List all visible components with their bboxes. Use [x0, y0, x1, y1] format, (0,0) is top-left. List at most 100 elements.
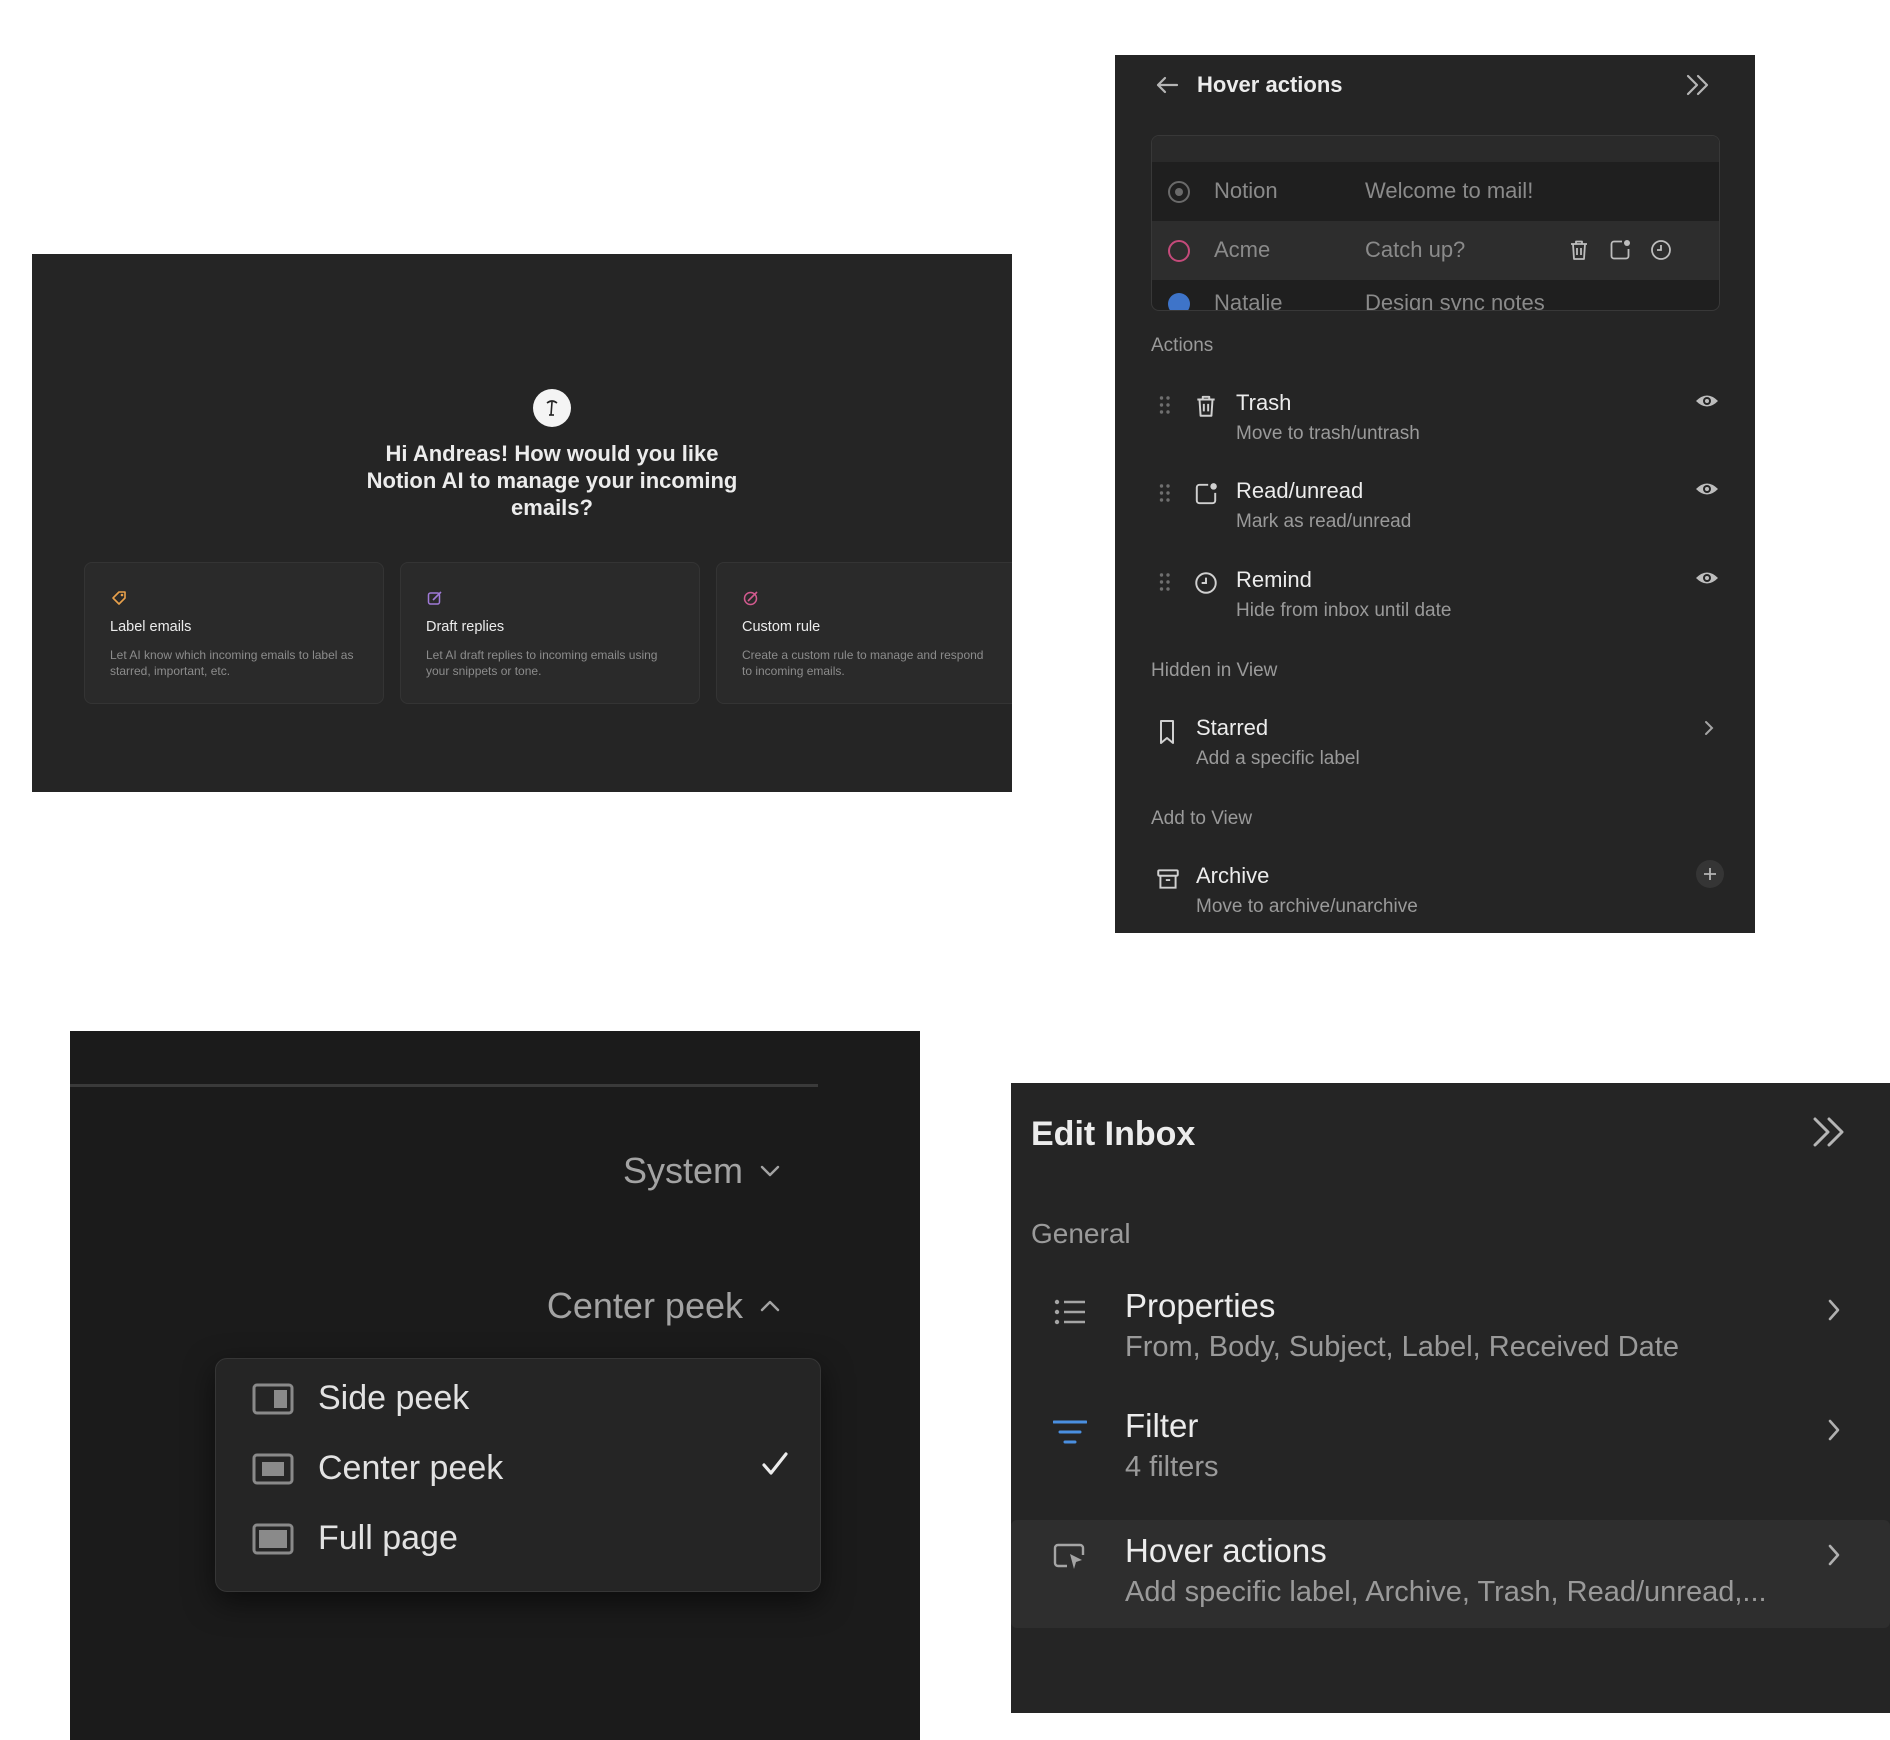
read-unread-icon — [1193, 481, 1219, 507]
drag-handle-icon[interactable] — [1158, 394, 1172, 416]
item-description: Move to archive/unarchive — [1196, 896, 1418, 917]
card-title: Draft replies — [426, 619, 505, 635]
eye-icon[interactable] — [1695, 480, 1719, 498]
card-title: Custom rule — [742, 619, 821, 635]
section-add-to-view: Add to View — [1151, 808, 1253, 829]
edit-icon — [426, 589, 444, 607]
chevron-right-icon — [1826, 1417, 1842, 1443]
option-label: Center peek — [318, 1449, 504, 1487]
status-dot-icon — [1167, 180, 1191, 204]
item-description: Add a specific label — [1196, 748, 1360, 769]
action-item-remind[interactable]: Remind Hide from inbox until date — [1151, 561, 1731, 641]
avatar — [1167, 239, 1191, 263]
preview-subject: Design sync notes — [1365, 290, 1545, 311]
row-filter[interactable]: Filter 4 filters — [1011, 1395, 1890, 1503]
read-unread-icon[interactable] — [1608, 238, 1632, 262]
action-description: Mark as read/unread — [1236, 511, 1412, 532]
eye-icon[interactable] — [1695, 569, 1719, 587]
option-center-peek[interactable]: Center peek — [252, 1449, 503, 1488]
option-label: Full page — [318, 1519, 458, 1557]
edit-inbox-panel: Edit Inbox General Properties From, Body… — [1011, 1083, 1890, 1713]
custom-rule-icon — [742, 589, 760, 607]
tag-icon — [110, 589, 128, 607]
peek-options-menu: Side peek Center peek Full page — [215, 1358, 821, 1592]
back-arrow-icon[interactable] — [1155, 75, 1179, 95]
item-title: Starred — [1196, 715, 1269, 740]
row-description: From, Body, Subject, Label, Received Dat… — [1125, 1331, 1679, 1363]
ai-onboarding-panel: Hi Andreas! How would you like Notion AI… — [32, 254, 1012, 792]
row-title: Filter — [1125, 1407, 1199, 1444]
action-title: Read/unread — [1236, 478, 1364, 503]
row-title: Properties — [1125, 1287, 1276, 1324]
drag-handle-icon[interactable] — [1158, 571, 1172, 593]
action-description: Hide from inbox until date — [1236, 600, 1452, 621]
preview-row[interactable]: Acme Catch up? — [1152, 221, 1719, 280]
action-description: Move to trash/untrash — [1236, 423, 1420, 444]
cursor-box-icon — [1053, 1542, 1087, 1572]
open-pages-dropdown[interactable]: Center peek — [547, 1285, 781, 1327]
option-label: Side peek — [318, 1379, 470, 1417]
row-hover-actions[interactable]: Hover actions Add specific label, Archiv… — [1011, 1520, 1890, 1628]
chevron-down-icon — [759, 1164, 781, 1178]
preview-from: Natalie — [1214, 290, 1283, 311]
preview-subject: Welcome to mail! — [1365, 178, 1534, 203]
section-hidden-in-view: Hidden in View — [1151, 660, 1278, 681]
theme-value: System — [622, 1150, 743, 1191]
panel-title: Hover actions — [1197, 72, 1343, 97]
action-item-trash[interactable]: Trash Move to trash/untrash — [1151, 384, 1731, 464]
card-description: Let AI draft replies to incoming emails … — [426, 648, 658, 678]
add-item-archive[interactable]: Archive Move to archive/unarchive — [1151, 857, 1731, 933]
add-plus-icon[interactable] — [1695, 859, 1725, 889]
preview-row: Natalie Design sync notes — [1152, 280, 1719, 311]
divider — [70, 1084, 818, 1087]
card-title: Label emails — [110, 619, 192, 635]
preview-subject: Catch up? — [1365, 237, 1466, 262]
item-title: Archive — [1196, 863, 1270, 888]
peek-settings-panel: System Center peek Side peek Center peek… — [70, 1031, 920, 1740]
archive-icon — [1155, 866, 1181, 892]
eye-icon[interactable] — [1695, 392, 1719, 410]
clock-icon — [1193, 570, 1219, 596]
action-title: Trash — [1236, 390, 1292, 415]
hover-actions-panel: Hover actions Notion Welcome to mail! Ac… — [1115, 55, 1755, 933]
chevron-right-icon[interactable] — [1703, 719, 1715, 737]
row-properties[interactable]: Properties From, Body, Subject, Label, R… — [1011, 1275, 1890, 1383]
section-actions: Actions — [1151, 335, 1214, 356]
row-description: 4 filters — [1125, 1451, 1219, 1483]
option-side-peek[interactable]: Side peek — [252, 1379, 469, 1418]
preview-row: Notion Welcome to mail! — [1152, 162, 1719, 221]
custom-rule-card[interactable]: Custom rule Create a custom rule to mana… — [716, 562, 1012, 704]
section-general: General — [1031, 1218, 1131, 1249]
drag-handle-icon[interactable] — [1158, 482, 1172, 504]
list-icon — [1053, 1297, 1087, 1327]
trash-icon — [1193, 393, 1219, 419]
chevron-right-icon — [1826, 1297, 1842, 1323]
checkmark-icon — [760, 1449, 790, 1479]
trash-icon[interactable] — [1567, 238, 1591, 262]
action-title: Remind — [1236, 567, 1312, 592]
bookmark-icon — [1155, 718, 1179, 746]
card-description: Create a custom rule to manage and respo… — [742, 648, 984, 678]
chevron-right-icon — [1826, 1542, 1842, 1568]
option-full-page[interactable]: Full page — [252, 1519, 458, 1558]
action-item-read-unread[interactable]: Read/unread Mark as read/unread — [1151, 472, 1731, 552]
row-title: Hover actions — [1125, 1532, 1327, 1569]
hidden-item-starred[interactable]: Starred Add a specific label — [1151, 709, 1731, 789]
theme-dropdown[interactable]: System — [623, 1150, 781, 1192]
avatar — [1167, 292, 1191, 310]
open-pages-value: Center peek — [546, 1285, 743, 1326]
card-description: Let AI know which incoming emails to lab… — [110, 648, 354, 678]
panel-title: Edit Inbox — [1031, 1115, 1196, 1153]
filter-icon — [1053, 1417, 1087, 1447]
row-description: Add specific label, Archive, Trash, Read… — [1125, 1576, 1767, 1608]
preview-from: Notion — [1214, 178, 1278, 203]
collapse-panel-icon[interactable] — [1811, 1115, 1847, 1149]
full-page-icon — [252, 1523, 294, 1555]
clock-icon[interactable] — [1649, 238, 1673, 262]
draft-replies-card[interactable]: Draft replies Let AI draft replies to in… — [400, 562, 700, 704]
chevron-up-icon — [759, 1299, 781, 1313]
side-peek-icon — [252, 1383, 294, 1415]
collapse-panel-icon[interactable] — [1685, 73, 1711, 97]
label-emails-card[interactable]: Label emails Let AI know which incoming … — [84, 562, 384, 704]
preview-from: Acme — [1214, 237, 1271, 262]
